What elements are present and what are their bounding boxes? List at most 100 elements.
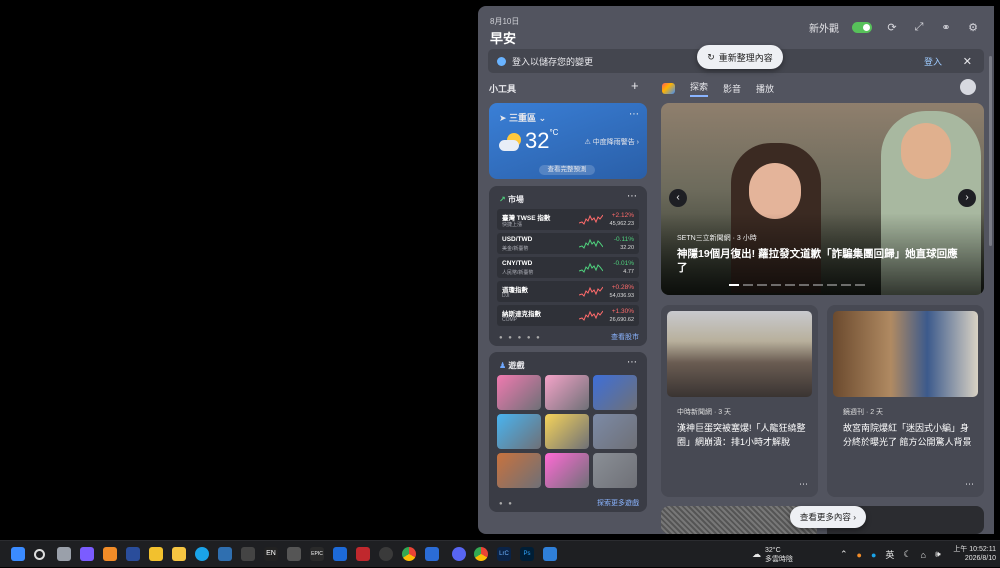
more-options-icon[interactable]: ⋯ xyxy=(627,191,637,202)
app-icon[interactable] xyxy=(287,547,301,561)
carousel-dots xyxy=(729,284,865,286)
ime-indicator[interactable]: 英 xyxy=(885,548,894,561)
game-tile[interactable] xyxy=(545,414,589,449)
news-card[interactable]: 中時新聞網 · 3 天 漢神巨蛋突被塞爆!「人龍狂繞整圈」網崩潰：排1小時才解脫… xyxy=(661,305,818,497)
game-tile[interactable] xyxy=(593,375,637,410)
en-icon[interactable]: EN xyxy=(264,547,278,561)
market-change: +2.12% xyxy=(611,212,634,219)
app-icon[interactable] xyxy=(241,547,255,561)
pager-dots: ● ● ● ● ● xyxy=(499,335,542,341)
explore-games-link[interactable]: 探索更多遊戲 xyxy=(597,498,639,508)
avatar[interactable] xyxy=(960,79,976,95)
lightroom-icon[interactable]: LrC xyxy=(497,547,511,561)
more-options-icon[interactable]: ⋯ xyxy=(799,479,808,490)
news-headline[interactable]: 故宮南院爆紅「迷因式小編」身分終於曝光了 館方公開驚人背景 xyxy=(843,421,973,449)
market-value: 4.77 xyxy=(623,269,634,275)
widgets-icon[interactable] xyxy=(543,547,557,561)
theme-toggle[interactable] xyxy=(852,22,872,33)
game-tile[interactable] xyxy=(497,375,541,410)
news-headline[interactable]: 漢神巨蛋突被塞爆!「人龍狂繞整圈」網崩潰：排1小時才解脫 xyxy=(677,421,807,449)
news-source: 中時新聞網 · 3 天 xyxy=(677,409,732,416)
file-explorer-icon[interactable] xyxy=(172,547,186,561)
tab-video[interactable]: 影音 xyxy=(723,82,741,95)
app-icon[interactable] xyxy=(333,547,347,561)
market-change: +0.28% xyxy=(611,284,634,291)
close-icon[interactable]: ✕ xyxy=(963,55,972,68)
steam-icon[interactable] xyxy=(218,547,232,561)
market-row[interactable]: 道瓊指數 DJI +0.28% 54,036.93 xyxy=(497,281,639,302)
search-icon[interactable] xyxy=(34,549,45,560)
tab-play[interactable]: 播放 xyxy=(756,82,774,95)
game-tile[interactable] xyxy=(593,414,637,449)
game-tile[interactable] xyxy=(497,414,541,449)
app-icon[interactable] xyxy=(356,547,370,561)
full-forecast-link[interactable]: 查看完整預測 xyxy=(539,165,595,175)
terminal-icon[interactable] xyxy=(126,547,140,561)
hero-news-card[interactable]: ‹ › SETN三立新聞網 · 3 小時 神隱19個月復出! 蘿拉發文道歉「詐騙… xyxy=(661,103,984,295)
see-more-button[interactable]: 查看更多內容 › xyxy=(790,506,866,528)
game-tile[interactable] xyxy=(593,453,637,488)
market-subtitle: 美金/新臺幣 xyxy=(502,246,529,252)
app-icon[interactable] xyxy=(425,547,439,561)
cloud-icon: ☁ xyxy=(752,549,761,559)
add-widget-icon[interactable]: + xyxy=(631,78,639,93)
scrollbar[interactable] xyxy=(989,56,992,246)
clock[interactable]: 上午 10:52:11 2026/8/10 xyxy=(953,545,996,563)
link-icon[interactable]: ⚭ xyxy=(939,21,953,34)
app-icon[interactable] xyxy=(80,547,94,561)
chrome-icon[interactable] xyxy=(474,547,488,561)
sparkline-icon xyxy=(579,286,603,297)
more-options-icon[interactable]: ⋯ xyxy=(965,479,974,490)
settings-icon[interactable]: ⚙ xyxy=(966,21,980,34)
market-subtitle: 人民幣/新臺幣 xyxy=(502,270,534,276)
market-row[interactable]: 臺灣 TWSE 指數 快捷上漲 +2.12% 45,962.23 xyxy=(497,209,639,230)
refresh-icon[interactable]: ⟳ xyxy=(885,21,899,34)
refresh-content-button[interactable]: ↻ 重新整理內容 xyxy=(697,45,783,69)
weather-widget[interactable]: ➤ 三重區 ⌄ ⋯ 32°C ⚠ 中度降雨警告 › 查看完整預測 xyxy=(489,103,647,179)
hero-headline[interactable]: 神隱19個月復出! 蘿拉發文道歉「詐騙集團回歸」她直球回應了 xyxy=(677,247,967,275)
app-tray-icon[interactable]: ● xyxy=(857,550,862,560)
tab-explore[interactable]: 探索 xyxy=(690,80,709,97)
market-value: 32.20 xyxy=(620,245,634,251)
clock-time: 上午 10:52:11 xyxy=(953,546,996,553)
tray-weather-desc: 多雲時陰 xyxy=(765,555,793,563)
chevron-left-icon[interactable]: ‹ xyxy=(669,189,687,207)
chevron-up-icon[interactable]: ⌃ xyxy=(840,549,848,560)
app-icon[interactable] xyxy=(149,547,163,561)
network-icon[interactable]: ⌂ xyxy=(921,550,926,560)
widgets-panel: 8月10日 早安 新外觀 ⟳ ⤢ ⚭ ⚙ 登入以儲存您的變更 登入 ✕ ↻ 重新… xyxy=(478,6,994,534)
market-title: ↗ 市場 xyxy=(499,195,524,204)
epic-games-icon[interactable]: EPIC xyxy=(310,547,324,561)
more-options-icon[interactable]: ⋯ xyxy=(629,109,639,120)
market-row[interactable]: USD/TWD 美金/新臺幣 -0.11% 32.20 xyxy=(497,233,639,254)
volume-icon[interactable]: 🕪 xyxy=(935,549,941,560)
chevron-right-icon[interactable]: › xyxy=(958,189,976,207)
weather-alert[interactable]: ⚠ 中度降雨警告 › xyxy=(584,137,639,147)
photoshop-icon[interactable]: Ps xyxy=(520,547,534,561)
signin-link[interactable]: 登入 xyxy=(924,55,942,68)
news-source: 鏡週刊 · 2 天 xyxy=(843,409,884,416)
weather-tray[interactable]: ☁ 32°C 多雲時陰 xyxy=(752,541,793,568)
market-row[interactable]: CNY/TWD 人民幣/新臺幣 -0.01% 4.77 xyxy=(497,257,639,278)
game-tile[interactable] xyxy=(545,453,589,488)
chrome-icon[interactable] xyxy=(402,547,416,561)
market-value: 45,962.23 xyxy=(609,221,634,227)
game-tile[interactable] xyxy=(497,453,541,488)
partly-cloudy-icon xyxy=(499,133,523,151)
discord-icon[interactable] xyxy=(452,547,466,561)
moon-icon[interactable]: ☾ xyxy=(903,549,911,560)
news-card[interactable]: 鏡週刊 · 2 天 故宮南院爆紅「迷因式小編」身分終於曝光了 館方公開驚人背景 … xyxy=(827,305,984,497)
more-options-icon[interactable]: ⋯ xyxy=(627,357,637,368)
market-row[interactable]: 納斯達克指數 COMP +1.30% 26,690.62 xyxy=(497,305,639,326)
app-tray-icon[interactable]: ● xyxy=(871,550,876,560)
refresh-icon: ↻ xyxy=(707,51,715,62)
task-view-icon[interactable] xyxy=(57,547,71,561)
start-icon[interactable] xyxy=(11,547,25,561)
game-tile[interactable] xyxy=(545,375,589,410)
edge-icon[interactable] xyxy=(195,547,209,561)
app-icon[interactable] xyxy=(379,547,393,561)
expand-icon[interactable]: ⤢ xyxy=(912,21,926,34)
header-controls: 新外觀 ⟳ ⤢ ⚭ ⚙ xyxy=(809,20,980,35)
copilot-icon[interactable] xyxy=(103,547,117,561)
view-stocks-link[interactable]: 查看股市 xyxy=(611,332,639,342)
